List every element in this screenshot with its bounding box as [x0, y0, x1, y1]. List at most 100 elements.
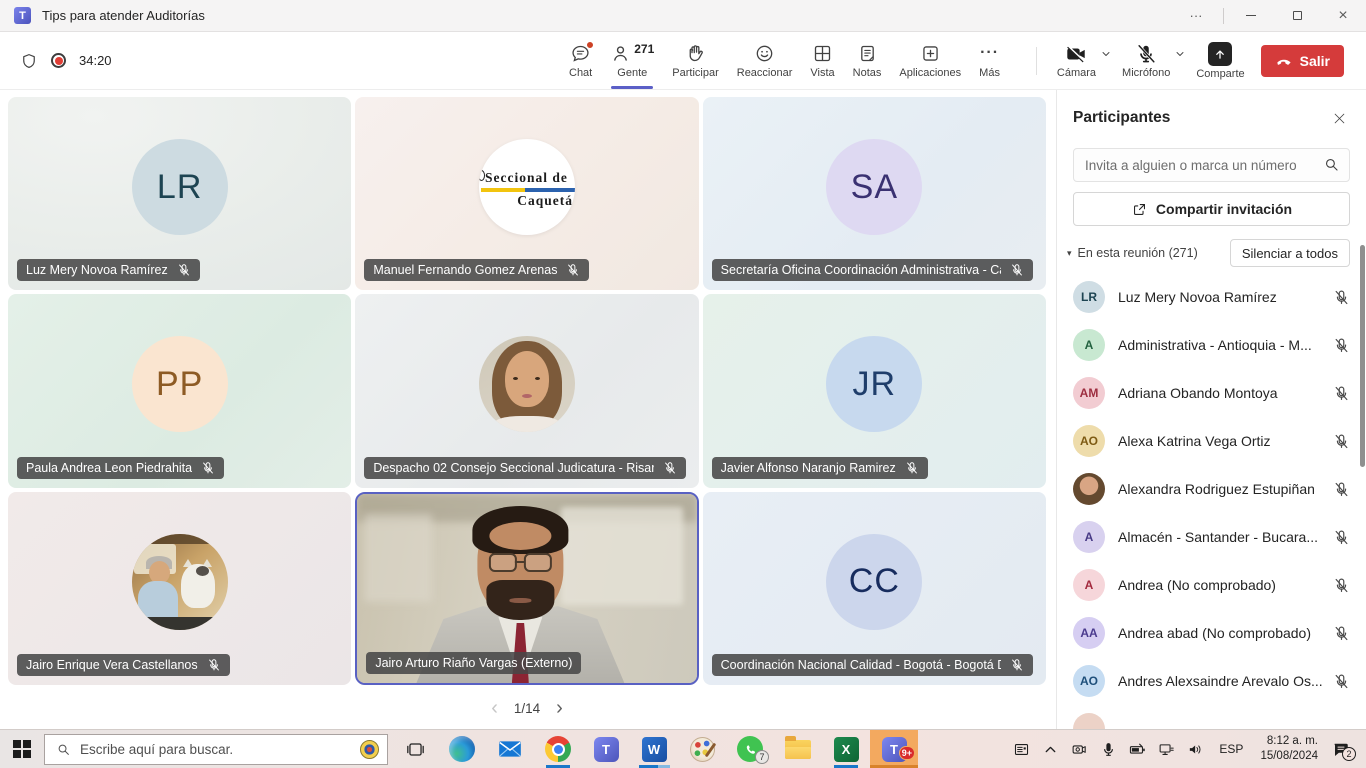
share-screen-button[interactable]: Comparte: [1194, 42, 1246, 80]
taskbar-search-input[interactable]: [80, 742, 360, 757]
tab-raise-hand[interactable]: Participar: [663, 32, 727, 89]
participants-panel: Participantes Compartir invitación ▾ En …: [1056, 90, 1366, 729]
battery-icon[interactable]: [1123, 730, 1152, 768]
participant-row-partial[interactable]: [1057, 705, 1366, 729]
participant-row[interactable]: AO Andres Alexsaindre Arevalo Os...: [1057, 657, 1366, 705]
participant-row[interactable]: AM Adriana Obando Montoya: [1057, 369, 1366, 417]
taskbar-mail-button[interactable]: [486, 730, 534, 768]
share-screen-icon: [1208, 42, 1232, 66]
network-icon[interactable]: [1152, 730, 1181, 768]
minimize-button[interactable]: [1228, 0, 1274, 31]
taskbar-word-button[interactable]: [630, 730, 678, 768]
notification-count-badge: 2: [1342, 747, 1356, 761]
tab-people[interactable]: 271 Gente: [601, 32, 663, 89]
security-shield-icon[interactable]: [20, 52, 38, 70]
participant-nametag: Luz Mery Novoa Ramírez: [17, 259, 200, 281]
microphone-button[interactable]: Micrófono: [1120, 43, 1172, 79]
taskbar-teams-button[interactable]: [582, 730, 630, 768]
widgets-icon[interactable]: [1007, 730, 1036, 768]
video-tile-luz-mery[interactable]: LR Luz Mery Novoa Ramírez: [8, 97, 351, 290]
word-icon: [642, 737, 667, 762]
tab-react[interactable]: Reaccionar: [728, 32, 802, 89]
taskbar-explorer-button[interactable]: [774, 730, 822, 768]
search-icon: [1323, 156, 1340, 173]
coat-of-arms-icon[interactable]: [360, 740, 379, 759]
in-this-meeting-header[interactable]: ▾ En esta reunión (271): [1067, 246, 1198, 260]
teams-notification-badge: 9+: [899, 746, 915, 760]
mic-off-icon: [566, 263, 580, 277]
toolbar-divider: [1036, 47, 1037, 75]
notes-icon: [857, 43, 878, 64]
avatar: AO: [1073, 665, 1105, 697]
tab-more[interactable]: ··· Más: [970, 32, 1009, 89]
notification-center-button[interactable]: 2: [1326, 730, 1360, 768]
logo-text-line1: Seccional de: [479, 170, 575, 186]
video-tile-secretaria[interactable]: SA Secretaría Oficina Coordinación Admin…: [703, 97, 1046, 290]
taskbar-excel-button[interactable]: [822, 730, 870, 768]
participant-row[interactable]: A Almacén - Santander - Bucara...: [1057, 513, 1366, 561]
task-view-button[interactable]: [394, 730, 436, 768]
video-tile-javier[interactable]: JR Javier Alfonso Naranjo Ramirez: [703, 294, 1046, 487]
mic-off-icon: [663, 461, 677, 475]
window-more-button[interactable]: ···: [1173, 0, 1219, 31]
meeting-toolbar: 34:20 Chat 271 Gente Participar Reaccion…: [0, 32, 1366, 90]
participant-name: Luz Mery Novoa Ramírez: [26, 263, 168, 277]
react-smiley-icon: [754, 43, 775, 64]
taskbar-teams-meeting-button[interactable]: 9+: [870, 730, 918, 768]
tab-apps[interactable]: Aplicaciones: [890, 32, 970, 89]
camera-chevron-icon[interactable]: [1100, 48, 1112, 60]
mic-off-icon: [1333, 385, 1350, 402]
hang-up-icon: [1275, 52, 1293, 70]
previous-page-chevron[interactable]: ‹: [491, 698, 498, 718]
next-page-chevron[interactable]: ›: [556, 698, 563, 718]
avatar-photo-woman: [479, 336, 575, 432]
video-tile-paula[interactable]: PP Paula Andrea Leon Piedrahita: [8, 294, 351, 487]
tab-view[interactable]: Vista: [801, 32, 843, 89]
video-tile-jairo-arturo-speaking[interactable]: Jairo Arturo Riaño Vargas (Externo): [355, 492, 698, 685]
start-button[interactable]: [0, 730, 44, 768]
participant-nametag: Javier Alfonso Naranjo Ramirez: [712, 457, 928, 479]
hidden-icons-chevron[interactable]: [1036, 730, 1065, 768]
invite-search-input[interactable]: [1073, 148, 1350, 182]
avatar-initials: PP: [132, 336, 228, 432]
restore-button[interactable]: [1274, 0, 1320, 31]
leave-button[interactable]: Salir: [1261, 45, 1344, 77]
taskbar-edge-button[interactable]: [438, 730, 486, 768]
avatar: [1073, 713, 1105, 729]
mic-off-icon: [1333, 577, 1350, 594]
participant-row[interactable]: A Administrativa - Antioquia - M...: [1057, 321, 1366, 369]
tab-notes[interactable]: Notas: [844, 32, 891, 89]
tray-camera-icon[interactable]: [1065, 730, 1094, 768]
participant-nametag: Despacho 02 Consejo Seccional Judicatura…: [364, 457, 685, 479]
participant-row[interactable]: LR Luz Mery Novoa Ramírez: [1057, 273, 1366, 321]
language-indicator[interactable]: ESP: [1210, 742, 1252, 756]
taskbar-paint-button[interactable]: [678, 730, 726, 768]
taskbar-search-box[interactable]: [44, 734, 388, 765]
participant-row[interactable]: A Andrea (No comprobado): [1057, 561, 1366, 609]
video-tile-despacho[interactable]: Despacho 02 Consejo Seccional Judicatura…: [355, 294, 698, 487]
panel-scrollbar-thumb[interactable]: [1360, 245, 1365, 467]
taskbar-chrome-button[interactable]: [534, 730, 582, 768]
video-tile-coordinacion[interactable]: CC Coordinación Nacional Calidad - Bogot…: [703, 492, 1046, 685]
tray-microphone-icon[interactable]: [1094, 730, 1123, 768]
microphone-chevron-icon[interactable]: [1174, 48, 1186, 60]
close-panel-icon[interactable]: [1328, 107, 1350, 129]
participant-row[interactable]: AA Andrea abad (No comprobado): [1057, 609, 1366, 657]
date: 15/08/2024: [1260, 749, 1318, 764]
tab-chat[interactable]: Chat: [560, 32, 601, 89]
camera-button[interactable]: Cámara: [1055, 43, 1098, 79]
participant-nametag: Secretaría Oficina Coordinación Administ…: [712, 259, 1033, 281]
volume-icon[interactable]: [1181, 730, 1210, 768]
video-tile-manuel[interactable]: Seccional de Caquetá Manuel Fernando Gom…: [355, 97, 698, 290]
mute-all-button[interactable]: Silenciar a todos: [1230, 239, 1350, 267]
share-invitation-button[interactable]: Compartir invitación: [1073, 192, 1350, 226]
close-window-button[interactable]: ×: [1320, 0, 1366, 31]
mic-off-icon: [1010, 263, 1024, 277]
participant-row[interactable]: AO Alexa Katrina Vega Ortiz: [1057, 417, 1366, 465]
mic-off-icon: [1333, 529, 1350, 546]
video-tile-jairo-enrique[interactable]: Jairo Enrique Vera Castellanos: [8, 492, 351, 685]
clock[interactable]: 8:12 a. m. 15/08/2024: [1252, 734, 1326, 764]
avatar-initials: CC: [826, 534, 922, 630]
taskbar-whatsapp-button[interactable]: 7: [726, 730, 774, 768]
participant-row[interactable]: Alexandra Rodriguez Estupiñan: [1057, 465, 1366, 513]
